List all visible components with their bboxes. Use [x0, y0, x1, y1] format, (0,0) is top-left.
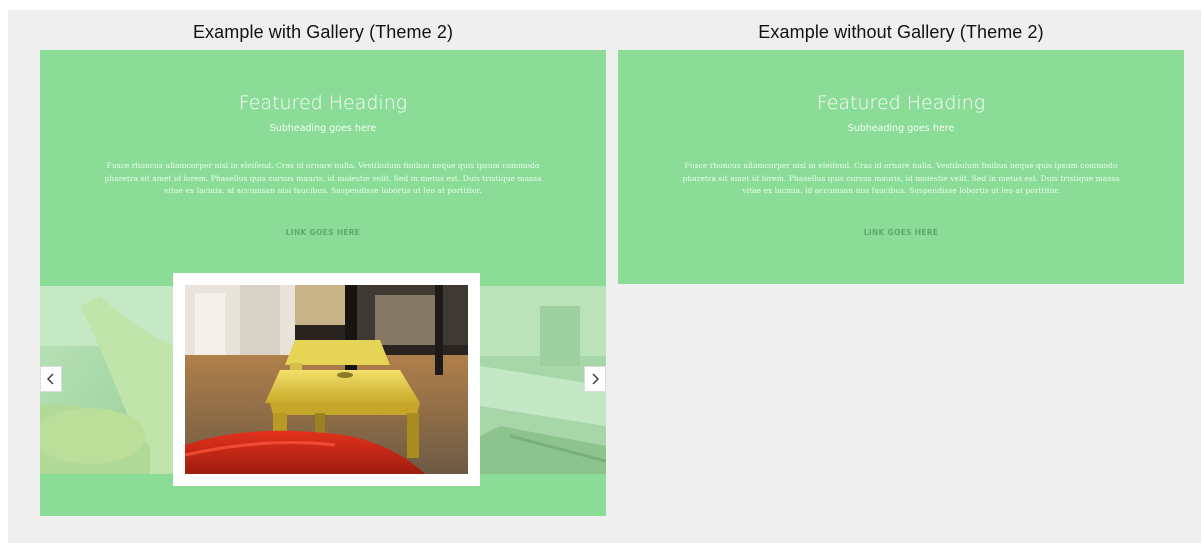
featured-panel-with-gallery: Featured Heading Subheading goes here Fu…	[40, 50, 606, 516]
featured-panel-without-gallery: Featured Heading Subheading goes here Fu…	[618, 50, 1184, 284]
featured-heading: Featured Heading	[816, 92, 986, 114]
featured-link[interactable]: LINK GOES HERE	[40, 228, 606, 237]
featured-body-text: Fusce rhoncus ullamcorper nisl in eleife…	[104, 161, 542, 195]
right-column-title: Example without Gallery (Theme 2)	[758, 22, 1044, 42]
gallery-active-image[interactable]	[185, 285, 468, 474]
image-gallery	[40, 273, 606, 486]
page-background: Example with Gallery (Theme 2) Example w…	[8, 10, 1201, 543]
hero-section: Featured Heading Subheading goes here Fu…	[40, 50, 606, 286]
left-column-title: Example with Gallery (Theme 2)	[192, 22, 454, 42]
featured-heading: Featured Heading	[238, 92, 408, 114]
chevron-left-icon	[47, 373, 54, 385]
featured-body-text: Fusce rhoncus ullamcorper nisl in eleife…	[682, 161, 1120, 195]
gallery-next-button[interactable]	[584, 366, 606, 392]
featured-subheading: Subheading goes here	[269, 123, 377, 134]
chevron-right-icon	[592, 373, 599, 385]
gallery-prev-button[interactable]	[40, 366, 62, 392]
featured-link[interactable]: LINK GOES HERE	[618, 228, 1184, 237]
hero-section: Featured Heading Subheading goes here Fu…	[618, 50, 1184, 284]
gallery-active-frame	[173, 273, 480, 486]
featured-subheading: Subheading goes here	[847, 123, 955, 134]
